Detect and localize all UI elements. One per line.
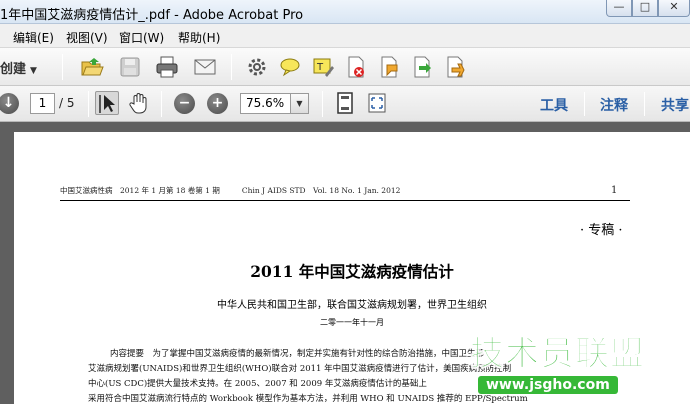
toolbar-divider [88,91,89,117]
tools-pane-link[interactable]: 工具 [540,95,568,115]
fit-page-icon[interactable] [333,91,357,115]
comment-icon[interactable] [278,55,302,79]
menu-window[interactable]: 窗口(W) [119,29,164,46]
hand-tool-icon[interactable] [127,91,151,115]
full-screen-icon[interactable] [365,91,389,115]
running-head-cn: 中国艾滋病性病 2012 年 1 月第 18 卷第 1 期 [60,186,220,195]
document-icon-2[interactable] [377,55,401,79]
watermark-text: 技术员联盟 [470,334,645,375]
toolbar-divider [231,54,232,80]
watermark-url: www.jsgho.com [478,376,618,394]
toolbar-divider [584,92,585,116]
create-label: 创建 [0,62,27,77]
next-page-button[interactable]: ↓ [0,93,19,114]
header-rule [60,200,630,201]
document-authors: 中华人民共和国卫生部，联合国艾滋病规划署，世界卫生组织 [217,300,487,311]
toolbar-divider [62,54,63,80]
share-pane-link[interactable]: 共享 [661,95,689,115]
toolbar-divider [322,91,323,117]
svg-text:T: T [316,62,324,73]
save-icon[interactable] [118,55,142,79]
zoom-out-button[interactable]: − [174,93,195,114]
email-icon[interactable] [193,55,217,79]
zoom-in-button[interactable]: + [207,93,228,114]
column-label: · 专稿 · [580,223,623,238]
close-button[interactable]: ✕ [658,0,690,17]
toolbar-divider [161,91,162,117]
gear-icon[interactable] [245,55,269,79]
document-title: 2011 年中国艾滋病疫情估计 [250,262,454,281]
zoom-level-input[interactable]: 75.6% [240,93,291,114]
title-bar: 1年中国艾滋病疫情估计_.pdf - Adobe Acrobat Pro — □… [0,0,690,24]
select-tool-icon[interactable] [95,91,119,115]
menu-bar: 编辑(E) 视图(V) 窗口(W) 帮助(H) [0,24,690,48]
menu-help[interactable]: 帮助(H) [178,29,220,46]
toolbar-divider [644,92,645,116]
navigation-toolbar: ↓ 1 / 5 − + 75.6% ▼ 工具 注释 共享 [0,86,690,122]
zoom-dropdown-button[interactable]: ▼ [290,93,309,114]
menu-view[interactable]: 视图(V) [66,29,108,46]
menu-edit[interactable]: 编辑(E) [13,29,54,46]
running-head: 中国艾滋病性病 2012 年 1 月第 18 卷第 1 期 Chin J AIDS… [60,185,400,196]
comment-pane-link[interactable]: 注释 [600,95,628,115]
highlight-icon[interactable]: T [311,55,335,79]
print-icon[interactable] [155,55,179,79]
chevron-down-icon: ▼ [30,66,37,76]
page-number: 1 [611,185,618,196]
document-icon-3[interactable] [410,55,434,79]
page-number-input[interactable]: 1 [30,93,55,114]
window-title: 1年中国艾滋病疫情估计_.pdf - Adobe Acrobat Pro [0,8,304,23]
main-toolbar: 创建 ▼ T [0,48,690,134]
running-head-en: Chin J AIDS STD Vol. 18 No. 1 Jan. 2012 [241,186,401,195]
maximize-button[interactable]: □ [632,0,658,17]
document-icon-1[interactable] [344,55,368,79]
page-total: / 5 [59,96,75,110]
create-button[interactable]: 创建 ▼ [0,58,37,77]
open-icon[interactable] [80,55,104,79]
document-icon-4[interactable] [443,55,467,79]
site-watermark: 技术员联盟 www.jsgho.com [470,326,690,404]
minimize-button[interactable]: — [606,0,632,17]
